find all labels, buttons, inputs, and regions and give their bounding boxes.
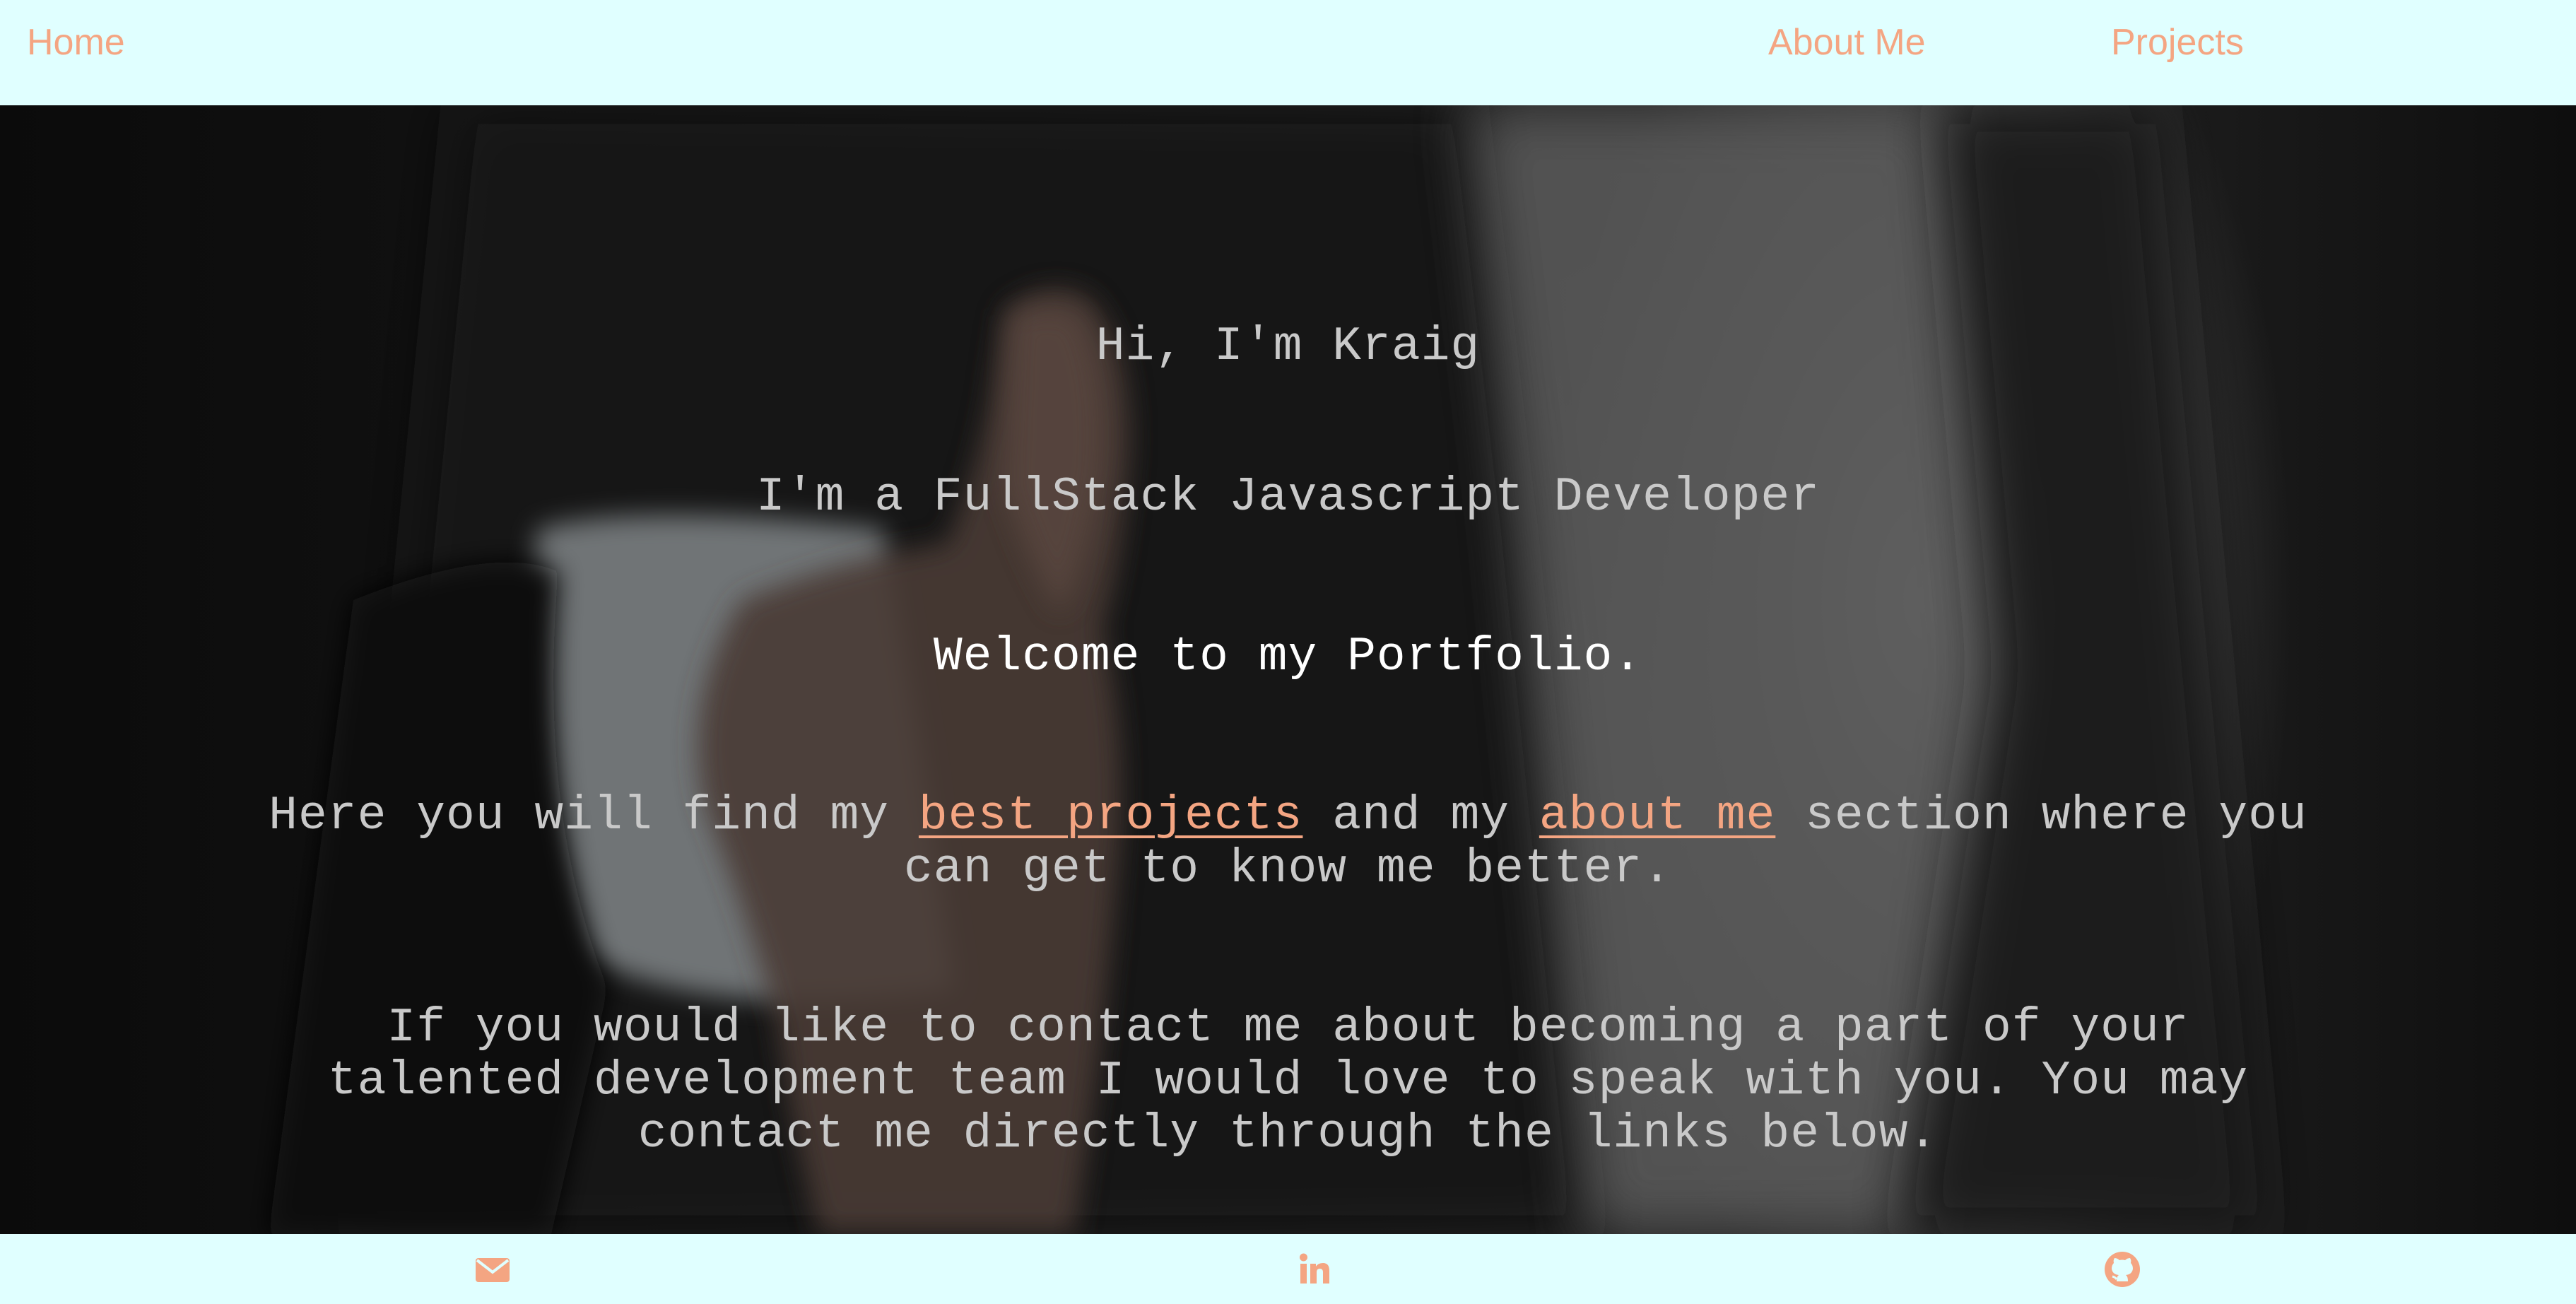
- welcome-heading: Welcome to my Portfolio.: [933, 630, 1643, 684]
- intro-middle-text: and my: [1302, 789, 1539, 843]
- contact-paragraph: If you would like to contact me about be…: [327, 1001, 2249, 1161]
- intro-prefix-text: Here you will find my: [269, 789, 919, 843]
- greeting-heading: Hi, I'm Kraig: [1095, 319, 1481, 374]
- hero-section: Hi, I'm Kraig I'm a FullStack Javascript…: [0, 105, 2576, 1234]
- top-nav: Home About Me Projects: [0, 0, 2576, 105]
- nav-about-link[interactable]: About Me: [1768, 18, 1926, 66]
- envelope-icon[interactable]: [473, 1250, 512, 1289]
- intro-paragraph: Here you will find my best projects and …: [212, 789, 2364, 895]
- github-icon[interactable]: [2102, 1250, 2142, 1289]
- nav-projects-link[interactable]: Projects: [2111, 18, 2244, 66]
- best-projects-link[interactable]: best projects: [919, 789, 1303, 843]
- nav-home-link[interactable]: Home: [27, 18, 125, 66]
- footer-bar: [0, 1234, 2576, 1304]
- about-me-link[interactable]: about me: [1539, 789, 1775, 843]
- linkedin-icon[interactable]: [1295, 1250, 1334, 1289]
- role-heading: I'm a FullStack Javascript Developer: [755, 470, 1821, 524]
